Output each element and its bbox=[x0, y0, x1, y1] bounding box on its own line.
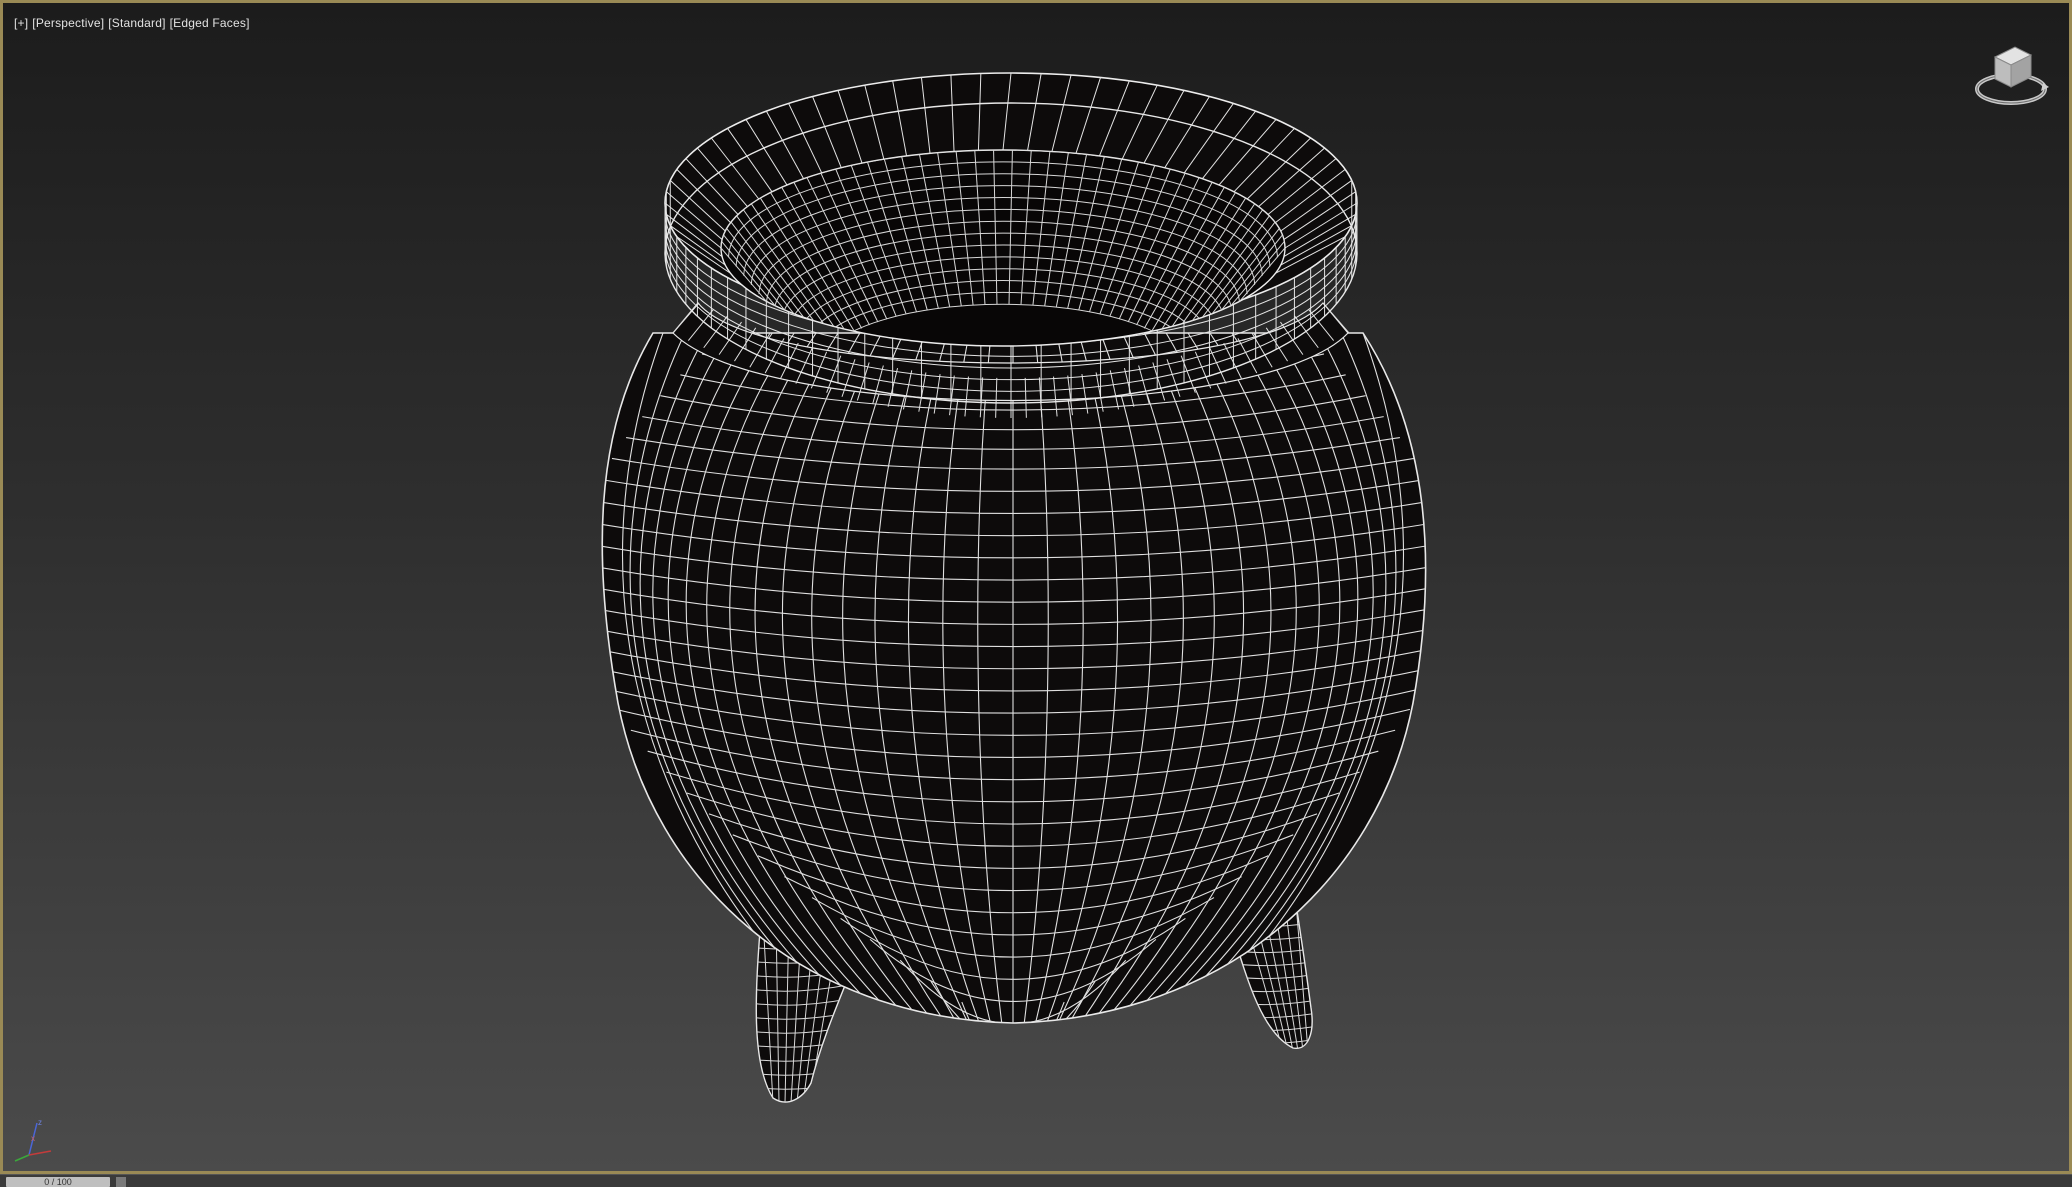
cauldron-body bbox=[601, 332, 1427, 1024]
cauldron-wireframe-mesh[interactable] bbox=[3, 3, 2072, 1174]
svg-text:z: z bbox=[38, 1118, 42, 1127]
axis-tripod-icon: z x bbox=[14, 1118, 52, 1162]
perspective-viewport[interactable]: [+] [Perspective] [Standard] [Edged Face… bbox=[0, 0, 2072, 1174]
viewcube-icon[interactable] bbox=[1971, 39, 2051, 111]
svg-text:x: x bbox=[31, 1134, 35, 1143]
time-slider-bar: 0 / 100 bbox=[0, 1174, 2072, 1187]
